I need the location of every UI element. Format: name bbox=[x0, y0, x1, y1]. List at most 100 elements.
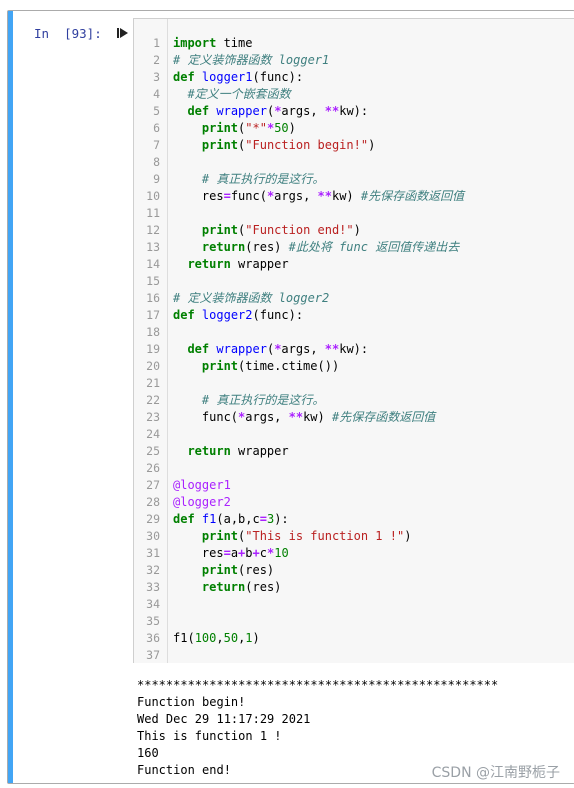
code-token: # 定义装饰器函数 logger2 bbox=[173, 291, 330, 305]
code-token: import bbox=[173, 36, 217, 50]
code-token: ) bbox=[353, 223, 361, 237]
code-token: (func): bbox=[252, 70, 304, 84]
line-number: 30 bbox=[146, 529, 160, 543]
output-line: ****************************************… bbox=[137, 678, 499, 692]
code-line: 14 return wrapper bbox=[134, 256, 574, 273]
line-number: 20 bbox=[146, 359, 160, 373]
code-text: res=func(*args, **kw) #先保存函数返回值 bbox=[173, 188, 464, 205]
output-line: Wed Dec 29 11:17:29 2021 bbox=[137, 712, 311, 726]
code-token: res bbox=[173, 546, 224, 560]
code-token: return bbox=[187, 257, 231, 271]
line-number: 19 bbox=[146, 342, 160, 356]
code-token: time bbox=[216, 36, 253, 50]
code-line: 27 @logger1 bbox=[134, 477, 574, 494]
code-line: 24 bbox=[134, 426, 574, 443]
code-line: 30 print("This is function 1 !") bbox=[134, 528, 574, 545]
code-token: #此处将 func 返回值传递出去 bbox=[288, 240, 460, 254]
line-number: 6 bbox=[153, 121, 160, 135]
line-number: 21 bbox=[146, 376, 160, 390]
code-text: return wrapper bbox=[173, 256, 289, 273]
code-text: print(res) bbox=[173, 562, 274, 579]
code-line: 2 # 定义装饰器函数 logger1 bbox=[134, 52, 574, 69]
output-line: Function end! bbox=[137, 763, 231, 777]
code-cell[interactable]: In [93]: 1 import time 2 # 定义装饰器函数 logger1 3… bbox=[7, 10, 574, 784]
code-text: def f1(a,b,c=3): bbox=[173, 511, 289, 528]
line-number: 13 bbox=[146, 240, 160, 254]
code-token: wrapper bbox=[230, 257, 289, 271]
code-line: 32 print(res) bbox=[134, 562, 574, 579]
line-number: 16 bbox=[146, 291, 160, 305]
code-token: + bbox=[252, 546, 260, 560]
line-number: 14 bbox=[146, 257, 160, 271]
line-number: 12 bbox=[146, 223, 160, 237]
code-line: 19 def wrapper(*args, **kw): bbox=[134, 341, 574, 358]
code-token: args, bbox=[281, 342, 325, 356]
code-line: 10 res=func(*args, **kw) #先保存函数返回值 bbox=[134, 188, 574, 205]
code-token: print bbox=[201, 563, 239, 577]
line-number: 18 bbox=[146, 325, 160, 339]
line-number: 26 bbox=[146, 461, 160, 475]
code-token: # 定义装饰器函数 logger1 bbox=[173, 53, 330, 67]
code-line: 3 def logger1(func): bbox=[134, 69, 574, 86]
code-token: wrapper bbox=[216, 342, 267, 356]
code-token: = bbox=[259, 512, 267, 526]
line-number: 2 bbox=[153, 53, 160, 67]
code-text: f1(100,50,1) bbox=[173, 630, 260, 647]
code-text: @logger1 bbox=[173, 477, 231, 494]
line-number: 31 bbox=[146, 546, 160, 560]
code-token: ) bbox=[288, 121, 296, 135]
code-token: "Function begin!" bbox=[245, 138, 369, 152]
line-number: 1 bbox=[153, 36, 160, 50]
line-number: 22 bbox=[146, 393, 160, 407]
code-token: func( bbox=[173, 410, 239, 424]
code-text: print("*"*50) bbox=[173, 120, 296, 137]
line-number: 3 bbox=[153, 70, 160, 84]
code-token: 10 bbox=[274, 546, 289, 560]
run-cell-icon[interactable] bbox=[117, 27, 129, 39]
line-number: 36 bbox=[146, 631, 160, 645]
code-token: (res) bbox=[245, 240, 289, 254]
code-token: # 真正执行的是这行。 bbox=[173, 393, 325, 407]
code-text: print("Function begin!") bbox=[173, 137, 375, 154]
code-token: (res) bbox=[238, 563, 275, 577]
code-line: 11 bbox=[134, 205, 574, 222]
code-line: 28 @logger2 bbox=[134, 494, 574, 511]
code-line: 21 bbox=[134, 375, 574, 392]
code-line: 25 return wrapper bbox=[134, 443, 574, 460]
code-token: logger1 bbox=[201, 70, 253, 84]
code-token: f1 bbox=[201, 512, 217, 526]
code-line: 9 # 真正执行的是这行。 bbox=[134, 171, 574, 188]
code-line: 36 f1(100,50,1) bbox=[134, 630, 574, 647]
code-line: 20 print(time.ctime()) bbox=[134, 358, 574, 375]
code-token: = bbox=[223, 546, 231, 560]
code-token: kw) bbox=[303, 410, 332, 424]
code-text: #定义一个嵌套函数 bbox=[173, 86, 290, 103]
code-line: 17 def logger2(func): bbox=[134, 307, 574, 324]
code-text: # 定义装饰器函数 logger1 bbox=[173, 52, 329, 69]
code-line: 8 bbox=[134, 154, 574, 171]
code-token: func( bbox=[230, 189, 267, 203]
code-token: (a,b,c bbox=[216, 512, 260, 526]
code-text: def wrapper(*args, **kw): bbox=[173, 341, 368, 358]
line-number: 25 bbox=[146, 444, 160, 458]
code-text: print(time.ctime()) bbox=[173, 358, 339, 375]
code-editor[interactable]: 1 import time 2 # 定义装饰器函数 logger1 3 def logge… bbox=[133, 18, 574, 667]
line-number: 9 bbox=[153, 172, 160, 186]
code-text: return wrapper bbox=[173, 443, 289, 460]
code-token: "Function end!" bbox=[245, 223, 354, 237]
code-token: return bbox=[201, 240, 246, 254]
code-line: 29 def f1(a,b,c=3): bbox=[134, 511, 574, 528]
code-token: #先保存函数返回值 bbox=[360, 189, 465, 203]
line-number: 33 bbox=[146, 580, 160, 594]
code-line: 34 bbox=[134, 596, 574, 613]
code-token: ** bbox=[324, 342, 340, 356]
code-line: 33 return(res) bbox=[134, 579, 574, 596]
code-token: wrapper bbox=[230, 444, 289, 458]
